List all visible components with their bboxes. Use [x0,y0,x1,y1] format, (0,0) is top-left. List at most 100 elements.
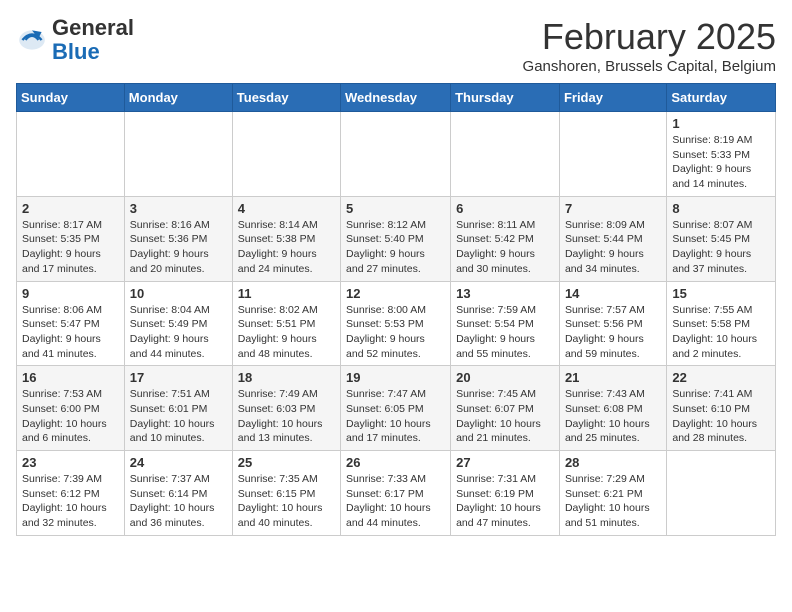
calendar-cell: 22 Sunrise: 7:41 AM Sunset: 6:10 PM Dayli… [667,366,776,451]
calendar-table: SundayMondayTuesdayWednesdayThursdayFrid… [16,83,776,536]
weekday-header-tuesday: Tuesday [232,84,340,112]
title-block: February 2025 Ganshoren, Brussels Capita… [523,16,776,75]
calendar-cell: 20 Sunrise: 7:45 AM Sunset: 6:07 PM Dayli… [451,366,560,451]
day-number: 6 [456,201,554,216]
day-number: 24 [130,455,227,470]
day-info: Sunrise: 7:59 AM Sunset: 5:54 PM Dayligh… [456,303,554,362]
calendar-cell: 18 Sunrise: 7:49 AM Sunset: 6:03 PM Dayli… [232,366,340,451]
day-number: 27 [456,455,554,470]
calendar-cell: 2 Sunrise: 8:17 AM Sunset: 5:35 PM Daylig… [17,196,125,281]
day-info: Sunrise: 8:06 AM Sunset: 5:47 PM Dayligh… [22,303,119,362]
calendar-cell: 25 Sunrise: 7:35 AM Sunset: 6:15 PM Dayli… [232,451,340,536]
calendar-cell: 1 Sunrise: 8:19 AM Sunset: 5:33 PM Daylig… [667,112,776,197]
week-row-5: 23 Sunrise: 7:39 AM Sunset: 6:12 PM Dayli… [17,451,776,536]
day-number: 26 [346,455,445,470]
location-text: Ganshoren, Brussels Capital, Belgium [523,58,776,75]
day-info: Sunrise: 8:07 AM Sunset: 5:45 PM Dayligh… [672,218,770,277]
calendar-cell: 13 Sunrise: 7:59 AM Sunset: 5:54 PM Dayli… [451,281,560,366]
calendar-cell: 4 Sunrise: 8:14 AM Sunset: 5:38 PM Daylig… [232,196,340,281]
day-info: Sunrise: 8:11 AM Sunset: 5:42 PM Dayligh… [456,218,554,277]
day-number: 17 [130,370,227,385]
calendar-cell: 10 Sunrise: 8:04 AM Sunset: 5:49 PM Dayli… [124,281,232,366]
month-title: February 2025 [523,16,776,58]
day-number: 12 [346,286,445,301]
calendar-cell: 23 Sunrise: 7:39 AM Sunset: 6:12 PM Dayli… [17,451,125,536]
calendar-cell [17,112,125,197]
day-number: 10 [130,286,227,301]
page-header: General Blue February 2025 Ganshoren, Br… [16,16,776,75]
day-info: Sunrise: 7:31 AM Sunset: 6:19 PM Dayligh… [456,472,554,531]
calendar-cell [341,112,451,197]
day-number: 3 [130,201,227,216]
calendar-cell [559,112,666,197]
day-info: Sunrise: 7:29 AM Sunset: 6:21 PM Dayligh… [565,472,661,531]
calendar-cell: 5Sunrise: 8:12 AM Sunset: 5:40 PM Daylig… [341,196,451,281]
day-number: 28 [565,455,661,470]
calendar-cell [451,112,560,197]
weekday-header-wednesday: Wednesday [341,84,451,112]
logo: General Blue [16,16,134,64]
day-info: Sunrise: 7:57 AM Sunset: 5:56 PM Dayligh… [565,303,661,362]
day-number: 18 [238,370,335,385]
day-number: 25 [238,455,335,470]
weekday-header-thursday: Thursday [451,84,560,112]
logo-icon [16,24,48,56]
day-info: Sunrise: 8:00 AM Sunset: 5:53 PM Dayligh… [346,303,445,362]
day-number: 1 [672,116,770,131]
calendar-cell: 3 Sunrise: 8:16 AM Sunset: 5:36 PM Daylig… [124,196,232,281]
day-info: Sunrise: 7:51 AM Sunset: 6:01 PM Dayligh… [130,387,227,446]
day-info: Sunrise: 7:33 AM Sunset: 6:17 PM Dayligh… [346,472,445,531]
calendar-cell: 16 Sunrise: 7:53 AM Sunset: 6:00 PM Dayli… [17,366,125,451]
day-info: Sunrise: 7:37 AM Sunset: 6:14 PM Dayligh… [130,472,227,531]
day-number: 4 [238,201,335,216]
calendar-cell: 28 Sunrise: 7:29 AM Sunset: 6:21 PM Dayli… [559,451,666,536]
calendar-cell: 17 Sunrise: 7:51 AM Sunset: 6:01 PM Dayli… [124,366,232,451]
day-info: Sunrise: 8:19 AM Sunset: 5:33 PM Dayligh… [672,133,770,192]
day-number: 21 [565,370,661,385]
day-number: 13 [456,286,554,301]
calendar-cell: 6 Sunrise: 8:11 AM Sunset: 5:42 PM Daylig… [451,196,560,281]
calendar-cell [232,112,340,197]
day-info: Sunrise: 7:35 AM Sunset: 6:15 PM Dayligh… [238,472,335,531]
day-info: Sunrise: 8:14 AM Sunset: 5:38 PM Dayligh… [238,218,335,277]
week-row-4: 16 Sunrise: 7:53 AM Sunset: 6:00 PM Dayli… [17,366,776,451]
day-info: Sunrise: 7:39 AM Sunset: 6:12 PM Dayligh… [22,472,119,531]
weekday-header-sunday: Sunday [17,84,125,112]
day-info: Sunrise: 7:45 AM Sunset: 6:07 PM Dayligh… [456,387,554,446]
day-number: 22 [672,370,770,385]
day-number: 2 [22,201,119,216]
day-number: 8 [672,201,770,216]
calendar-cell: 27 Sunrise: 7:31 AM Sunset: 6:19 PM Dayli… [451,451,560,536]
calendar-cell: 8 Sunrise: 8:07 AM Sunset: 5:45 PM Daylig… [667,196,776,281]
day-number: 16 [22,370,119,385]
day-number: 7 [565,201,661,216]
day-info: Sunrise: 8:04 AM Sunset: 5:49 PM Dayligh… [130,303,227,362]
calendar-cell: 14 Sunrise: 7:57 AM Sunset: 5:56 PM Dayli… [559,281,666,366]
day-number: 20 [456,370,554,385]
calendar-cell: 15Sunrise: 7:55 AM Sunset: 5:58 PM Dayli… [667,281,776,366]
calendar-cell: 21 Sunrise: 7:43 AM Sunset: 6:08 PM Dayli… [559,366,666,451]
calendar-cell: 26 Sunrise: 7:33 AM Sunset: 6:17 PM Dayli… [341,451,451,536]
day-info: Sunrise: 8:16 AM Sunset: 5:36 PM Dayligh… [130,218,227,277]
logo-general-text: General [52,15,134,40]
day-info: Sunrise: 8:12 AM Sunset: 5:40 PM Dayligh… [346,218,445,277]
calendar-cell: 7 Sunrise: 8:09 AM Sunset: 5:44 PM Daylig… [559,196,666,281]
calendar-cell: 19Sunrise: 7:47 AM Sunset: 6:05 PM Dayli… [341,366,451,451]
day-info: Sunrise: 7:43 AM Sunset: 6:08 PM Dayligh… [565,387,661,446]
day-info: Sunrise: 7:53 AM Sunset: 6:00 PM Dayligh… [22,387,119,446]
calendar-cell: 24 Sunrise: 7:37 AM Sunset: 6:14 PM Dayli… [124,451,232,536]
logo-blue-text: Blue [52,39,100,64]
day-info: Sunrise: 7:41 AM Sunset: 6:10 PM Dayligh… [672,387,770,446]
weekday-header-row: SundayMondayTuesdayWednesdayThursdayFrid… [17,84,776,112]
day-number: 23 [22,455,119,470]
weekday-header-monday: Monday [124,84,232,112]
day-info: Sunrise: 8:17 AM Sunset: 5:35 PM Dayligh… [22,218,119,277]
calendar-cell: 11Sunrise: 8:02 AM Sunset: 5:51 PM Dayli… [232,281,340,366]
weekday-header-friday: Friday [559,84,666,112]
weekday-header-saturday: Saturday [667,84,776,112]
day-info: Sunrise: 7:47 AM Sunset: 6:05 PM Dayligh… [346,387,445,446]
day-number: 14 [565,286,661,301]
day-number: 11 [238,286,335,301]
day-info: Sunrise: 7:49 AM Sunset: 6:03 PM Dayligh… [238,387,335,446]
day-info: Sunrise: 8:09 AM Sunset: 5:44 PM Dayligh… [565,218,661,277]
